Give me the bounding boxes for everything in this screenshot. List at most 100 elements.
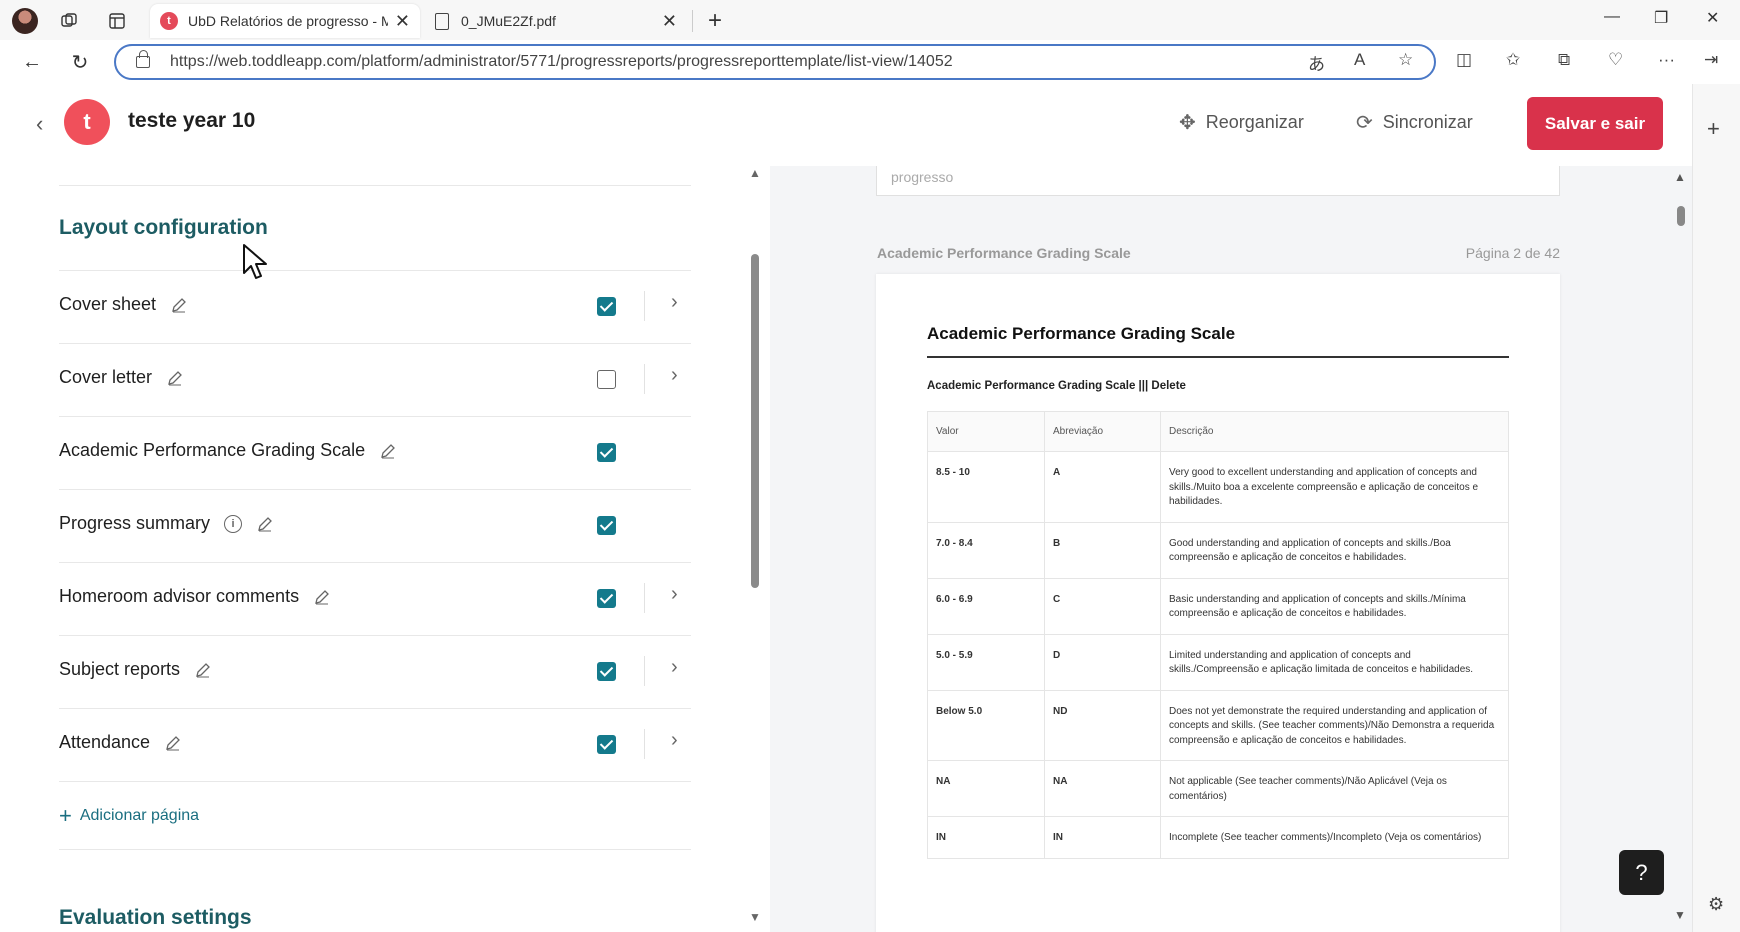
abbreviation-cell: NA	[1044, 760, 1161, 817]
page-row-attendance[interactable]: Attendance ›	[59, 708, 691, 781]
address-bar[interactable]: https://web.toddleapp.com/platform/admin…	[114, 44, 1436, 80]
value-cell: 5.0 - 5.9	[927, 633, 1045, 691]
settings-gear-icon[interactable]: ⚙	[1708, 894, 1724, 915]
restore-icon[interactable]: ❐	[1654, 8, 1668, 28]
minimize-icon[interactable]: —	[1604, 8, 1620, 26]
include-checkbox[interactable]	[597, 516, 616, 535]
page-row-subject-reports[interactable]: Subject reports ›	[59, 635, 691, 708]
workspaces-icon[interactable]	[57, 8, 83, 34]
scroll-down-arrow-icon[interactable]: ▼	[749, 910, 761, 924]
add-sidebar-app-icon[interactable]: +	[1707, 116, 1720, 142]
edit-pencil-icon[interactable]	[379, 442, 397, 460]
refresh-icon[interactable]: ↻	[66, 48, 94, 76]
url-text[interactable]: https://web.toddleapp.com/platform/admin…	[170, 53, 953, 71]
translate-icon[interactable]: あ	[1308, 50, 1325, 75]
row-label-wrap: Attendance	[59, 732, 182, 753]
back-chevron-icon[interactable]: ‹	[36, 111, 43, 137]
edit-pencil-icon[interactable]	[166, 369, 184, 387]
new-tab-button[interactable]: +	[702, 7, 728, 34]
include-checkbox[interactable]	[597, 662, 616, 681]
browser-tab-active[interactable]: t UbD Relatórios de progresso - M ✕	[150, 4, 420, 38]
value-cell: 7.0 - 8.4	[927, 521, 1045, 579]
page-row-grading-scale[interactable]: Academic Performance Grading Scale	[59, 416, 691, 489]
layout-configuration-heading: Layout configuration	[59, 216, 268, 239]
page-row-progress-summary[interactable]: Progress summary i	[59, 489, 691, 562]
browser-essentials-icon[interactable]: ♡	[1608, 50, 1623, 70]
sync-button[interactable]: ⟳ Sincronizar	[1356, 110, 1473, 135]
chevron-right-icon[interactable]: ›	[671, 291, 678, 314]
close-tab-icon[interactable]: ✕	[662, 11, 677, 32]
split-screen-icon[interactable]: ◫	[1456, 50, 1472, 70]
read-aloud-icon[interactable]: A	[1354, 50, 1365, 70]
edit-pencil-icon[interactable]	[170, 296, 188, 314]
chevron-right-icon[interactable]: ›	[671, 729, 678, 752]
collections-icon[interactable]: ⧉	[1558, 50, 1570, 70]
column-header: Valor	[927, 411, 1045, 452]
sidebar-toggle-icon[interactable]: ⇥	[1704, 50, 1718, 70]
close-tab-icon[interactable]: ✕	[395, 11, 410, 32]
lock-icon[interactable]	[136, 50, 150, 68]
include-checkbox[interactable]	[597, 297, 616, 316]
edit-pencil-icon[interactable]	[313, 588, 331, 606]
row-label-wrap: Cover letter	[59, 367, 184, 388]
profile-avatar[interactable]	[12, 8, 38, 34]
close-window-icon[interactable]: ✕	[1706, 8, 1719, 28]
description-cell: Basic understanding and application of c…	[1160, 577, 1509, 635]
favorite-star-icon[interactable]: ☆	[1398, 50, 1413, 70]
reorganize-label: Reorganizar	[1205, 112, 1304, 132]
plus-icon: +	[59, 803, 72, 828]
edit-pencil-icon[interactable]	[164, 734, 182, 752]
address-row: ← ↻ https://web.toddleapp.com/platform/a…	[0, 40, 1740, 84]
edit-pencil-icon[interactable]	[194, 661, 212, 679]
tab-actions-icon[interactable]	[104, 8, 130, 34]
browser-tab[interactable]: 0_JMuE2Zf.pdf ✕	[425, 4, 687, 38]
pdf-icon	[435, 12, 449, 30]
page-label: Cover letter	[59, 367, 153, 387]
include-checkbox[interactable]	[597, 735, 616, 754]
move-icon: ✥	[1179, 112, 1196, 134]
favorites-icon[interactable]: ✩	[1506, 50, 1520, 70]
page-indicator: Página 2 de 42	[1465, 245, 1560, 261]
value-cell: 8.5 - 10	[927, 451, 1045, 523]
page-row-cover-sheet[interactable]: Cover sheet ›	[59, 270, 691, 343]
help-button[interactable]: ?	[1619, 850, 1664, 895]
divider	[644, 291, 645, 321]
scroll-up-arrow-icon[interactable]: ▲	[749, 166, 761, 180]
page-title: teste year 10	[128, 109, 256, 132]
page-row-homeroom-comments[interactable]: Homeroom advisor comments ›	[59, 562, 691, 635]
value-cell: IN	[927, 816, 1045, 859]
value-cell: Below 5.0	[927, 689, 1045, 761]
sync-icon: ⟳	[1356, 112, 1373, 134]
description-cell: Good understanding and application of co…	[1160, 521, 1509, 579]
reorganize-button[interactable]: ✥ Reorganizar	[1179, 110, 1304, 135]
chevron-right-icon[interactable]: ›	[671, 364, 678, 387]
column-header: Descrição	[1160, 411, 1509, 452]
tab-divider	[692, 10, 693, 32]
divider	[644, 729, 645, 759]
scroll-down-arrow-icon[interactable]: ▼	[1674, 908, 1686, 922]
back-icon[interactable]: ←	[18, 48, 46, 76]
column-header: Abreviação	[1044, 411, 1161, 452]
include-checkbox[interactable]	[597, 589, 616, 608]
preview-scrollbar-thumb[interactable]	[1677, 206, 1685, 226]
page-label: Progress summary	[59, 513, 211, 533]
chevron-right-icon[interactable]: ›	[671, 583, 678, 606]
report-preview-panel: progresso Academic Performance Grading S…	[770, 166, 1692, 932]
layout-settings-panel: Layout configuration Cover sheet › Cover…	[0, 166, 770, 932]
page-row-cover-letter[interactable]: Cover letter ›	[59, 343, 691, 416]
add-page-button[interactable]: + Adicionar página	[59, 803, 199, 829]
edit-pencil-icon[interactable]	[256, 515, 274, 533]
row-label-wrap: Homeroom advisor comments	[59, 586, 331, 607]
more-menu-icon[interactable]: ···	[1658, 50, 1675, 70]
toddle-favicon-icon: t	[160, 12, 178, 30]
chevron-right-icon[interactable]: ›	[671, 656, 678, 679]
preview-text-field[interactable]: progresso	[876, 166, 1560, 196]
info-icon[interactable]: i	[224, 514, 243, 533]
scroll-up-arrow-icon[interactable]: ▲	[1674, 170, 1686, 184]
save-and-exit-button[interactable]: Salvar e sair	[1527, 97, 1663, 150]
include-checkbox[interactable]	[597, 370, 616, 389]
page-label: Attendance	[59, 732, 151, 752]
description-cell: Not applicable (See teacher comments)/Nã…	[1160, 760, 1509, 817]
left-scrollbar-thumb[interactable]	[751, 254, 759, 588]
include-checkbox[interactable]	[597, 443, 616, 462]
